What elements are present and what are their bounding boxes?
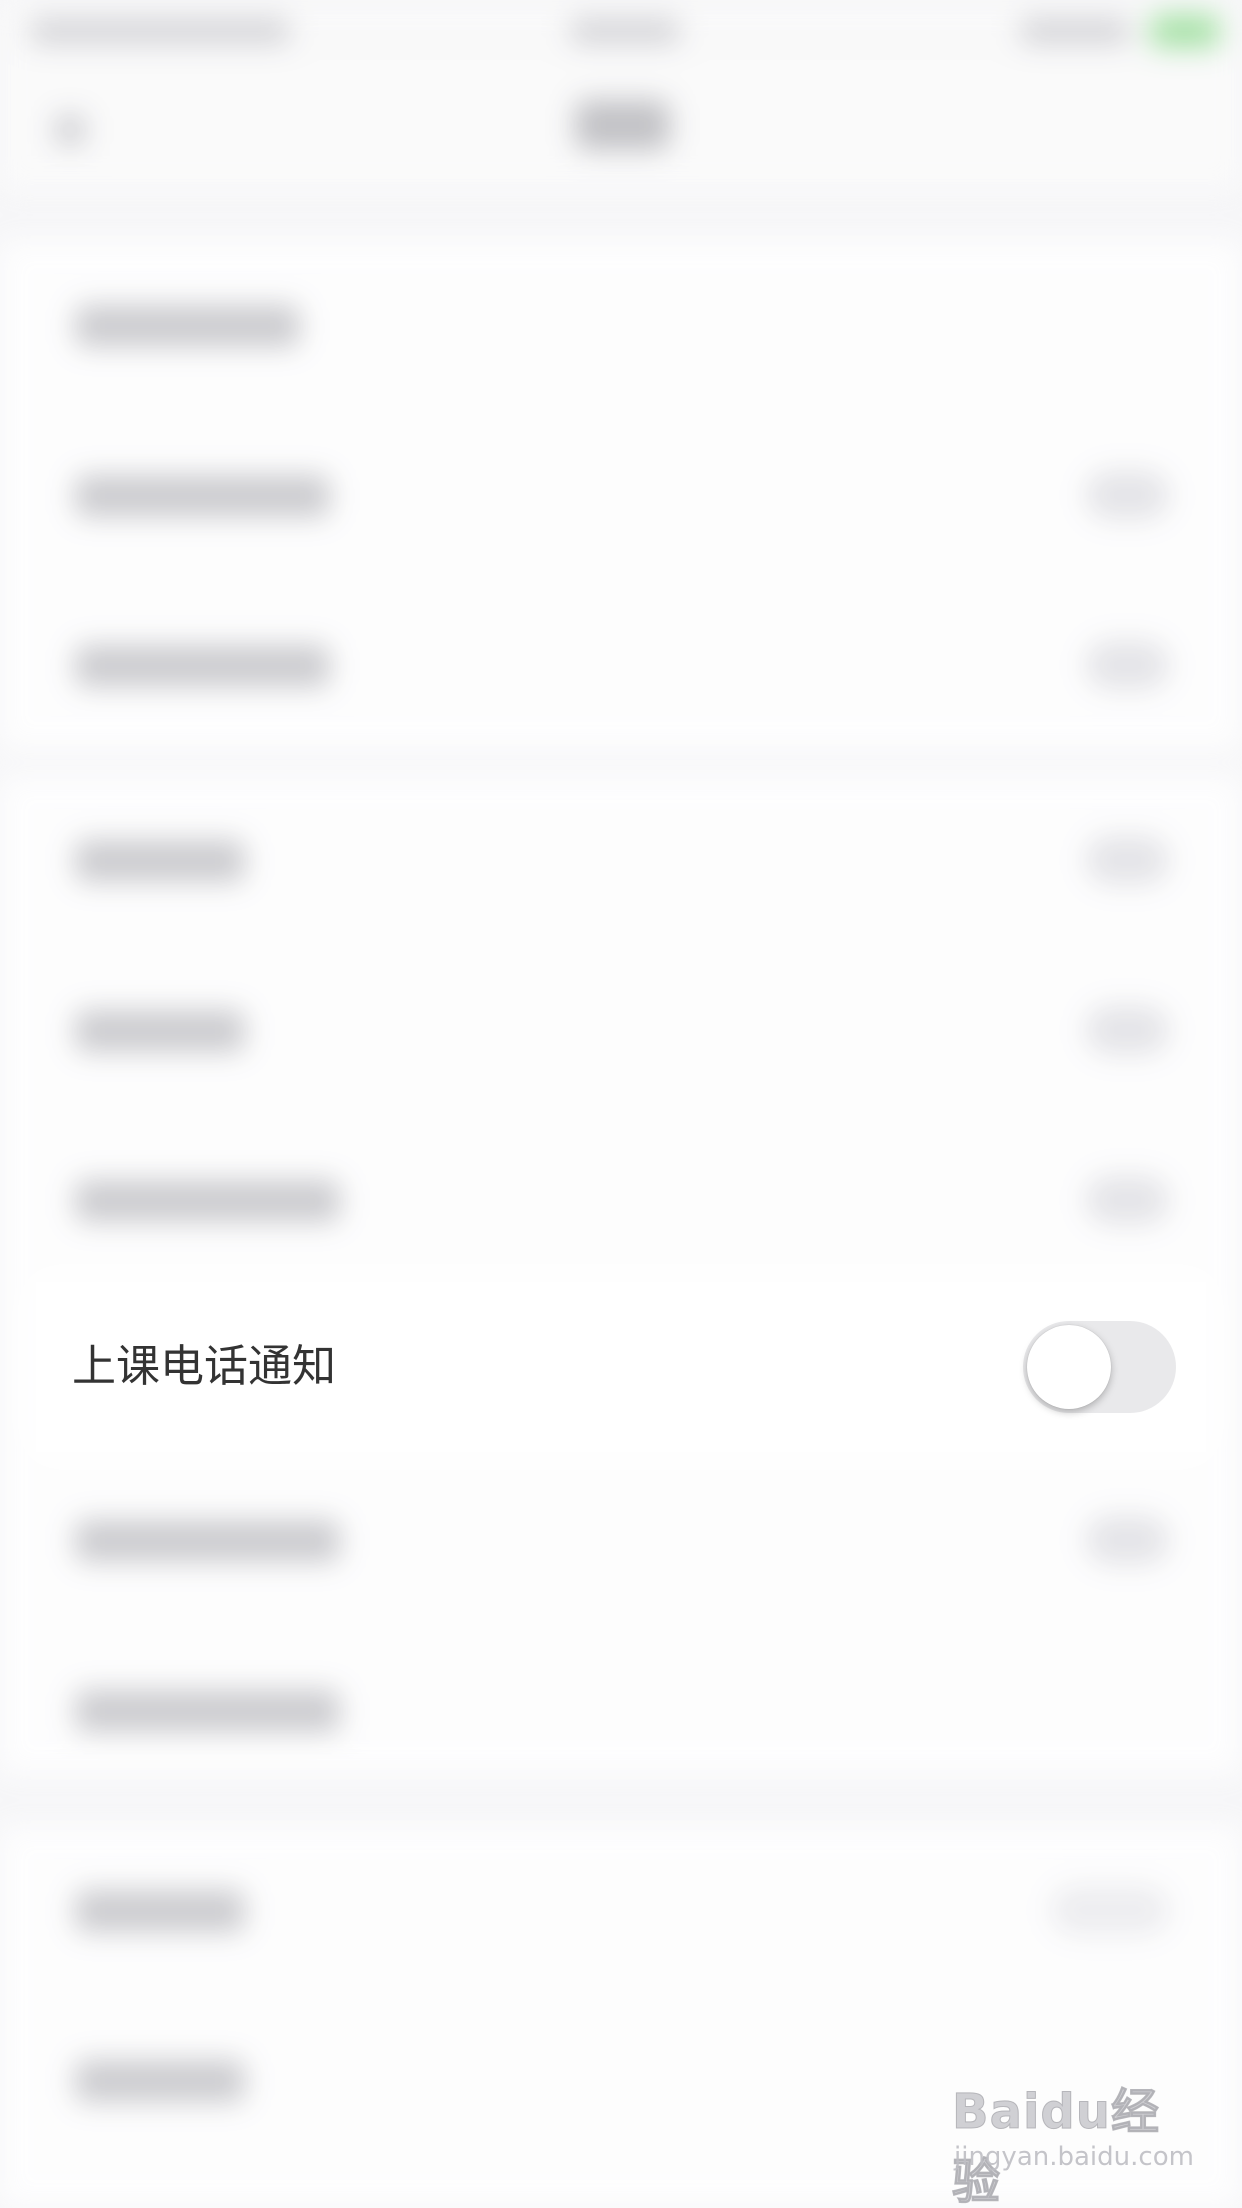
row-toggle[interactable] (1085, 470, 1170, 520)
settings-screen: 上课电话通知 Baidu经验 jingyan.baidu.com (0, 0, 1242, 2208)
settings-row[interactable] (0, 945, 1242, 1115)
row-label (75, 305, 300, 347)
status-time (570, 18, 680, 44)
row-toggle[interactable] (1085, 835, 1170, 885)
row-toggle[interactable] (1085, 1005, 1170, 1055)
class-phone-notification-toggle[interactable] (1023, 1321, 1176, 1413)
row-toggle[interactable] (1085, 640, 1170, 690)
settings-row[interactable] (0, 775, 1242, 945)
settings-row-class-phone-notification[interactable]: 上课电话通知 (36, 1282, 1206, 1452)
row-label (75, 1010, 245, 1052)
baidu-paw-logo: Baidu经验 (952, 2084, 1160, 2208)
row-toggle[interactable] (1085, 1175, 1170, 1225)
row-label (75, 2060, 245, 2102)
settings-row[interactable] (0, 580, 1242, 750)
watermark-url: jingyan.baidu.com (954, 2142, 1194, 2172)
settings-row[interactable] (0, 240, 1242, 410)
class-phone-notification-label: 上课电话通知 (72, 1341, 336, 1392)
page-title (575, 100, 670, 150)
toggle-knob (1027, 1325, 1111, 1409)
row-label (75, 475, 330, 517)
settings-row[interactable] (0, 1455, 1242, 1625)
settings-row[interactable] (0, 1625, 1242, 1795)
settings-row[interactable] (0, 1115, 1242, 1285)
battery-icon (1150, 14, 1220, 48)
row-label (75, 1890, 245, 1932)
settings-group-1 (0, 240, 1242, 750)
baidu-jingyan-watermark: Baidu经验 jingyan.baidu.com (952, 2072, 1194, 2208)
row-label (75, 1690, 340, 1732)
status-bar (0, 0, 1242, 60)
settings-group-2 (0, 775, 1242, 1775)
status-carrier (30, 18, 290, 44)
settings-row[interactable] (0, 410, 1242, 580)
back-arrow-icon[interactable] (55, 115, 85, 145)
row-label (75, 645, 330, 687)
blurred-background (0, 0, 1242, 2208)
row-toggle[interactable] (1085, 1515, 1170, 1565)
navigation-bar (0, 60, 1242, 190)
row-label (75, 840, 245, 882)
row-label (75, 1180, 340, 1222)
settings-row[interactable] (0, 1825, 1242, 1995)
row-value (1050, 1885, 1170, 1935)
status-indicators (1020, 18, 1130, 44)
row-label (75, 1520, 340, 1562)
